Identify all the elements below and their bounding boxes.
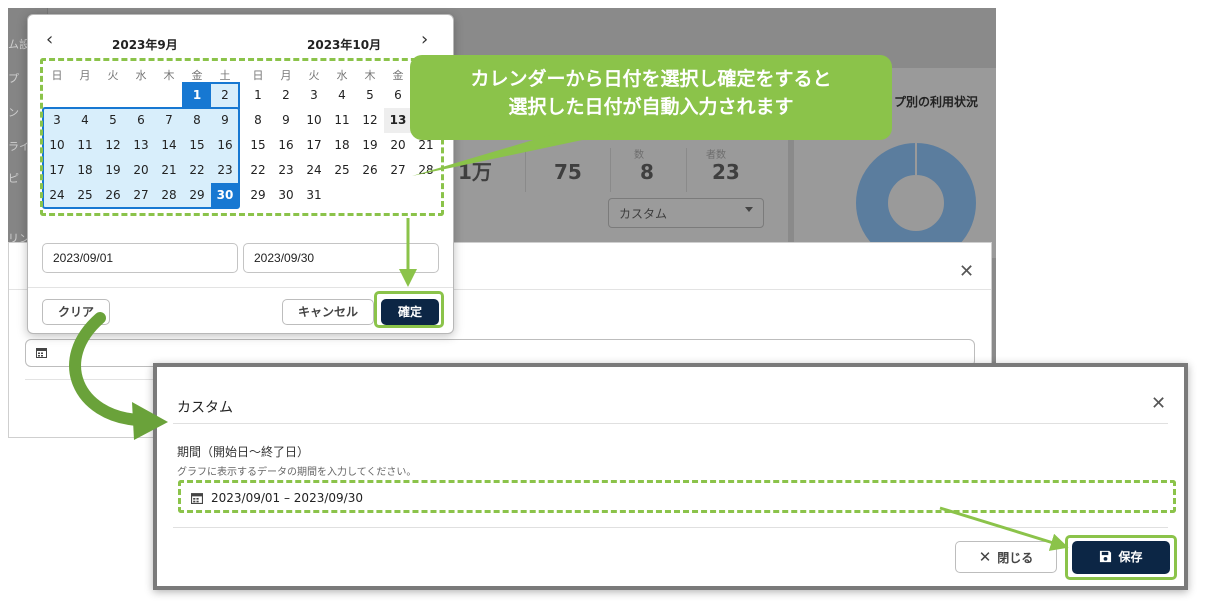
arrow-curve xyxy=(69,312,144,426)
callout-tail xyxy=(412,132,620,176)
arrow-to-save xyxy=(939,506,1069,551)
arrow-curve-head xyxy=(132,402,168,440)
annotation-arrows xyxy=(69,132,1069,551)
